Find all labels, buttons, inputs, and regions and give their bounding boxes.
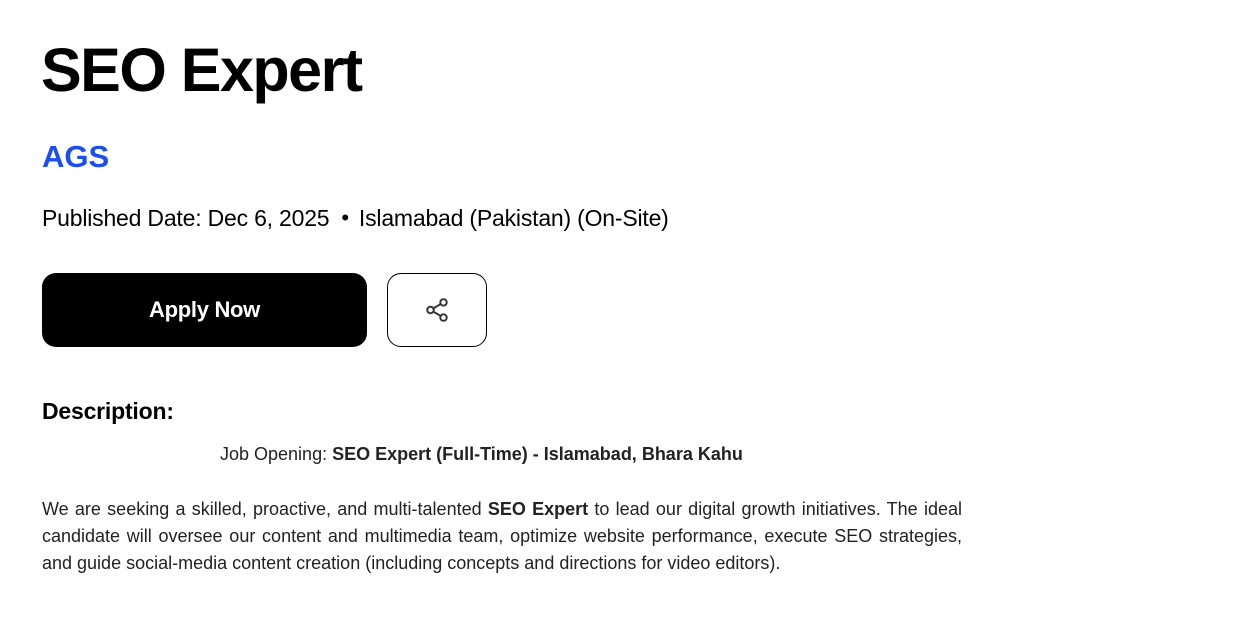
description-text-1: We are seeking a skilled, proactive, and… <box>42 499 488 519</box>
opening-title: SEO Expert (Full-Time) - Islamabad, Bhar… <box>332 444 743 464</box>
description-heading: Description: <box>42 398 174 424</box>
share-icon <box>424 297 450 323</box>
description-paragraph: We are seeking a skilled, proactive, and… <box>42 496 962 577</box>
share-button[interactable] <box>387 273 487 347</box>
apply-now-button[interactable]: Apply Now <box>42 273 367 347</box>
job-location: Islamabad (Pakistan) (On-Site) <box>358 205 669 231</box>
job-meta: Published Date: Dec 6, 2025 • Islamabad … <box>42 203 669 233</box>
meta-separator: • <box>341 205 349 230</box>
company-link[interactable]: AGS <box>42 138 109 176</box>
published-date: Published Date: Dec 6, 2025 <box>42 205 330 231</box>
opening-prefix: Job Opening: <box>220 444 333 464</box>
job-title: SEO Expert <box>41 36 363 104</box>
description-bold: SEO Expert <box>487 499 589 519</box>
job-opening-line: Job Opening: SEO Expert (Full-Time) - Is… <box>220 442 743 466</box>
